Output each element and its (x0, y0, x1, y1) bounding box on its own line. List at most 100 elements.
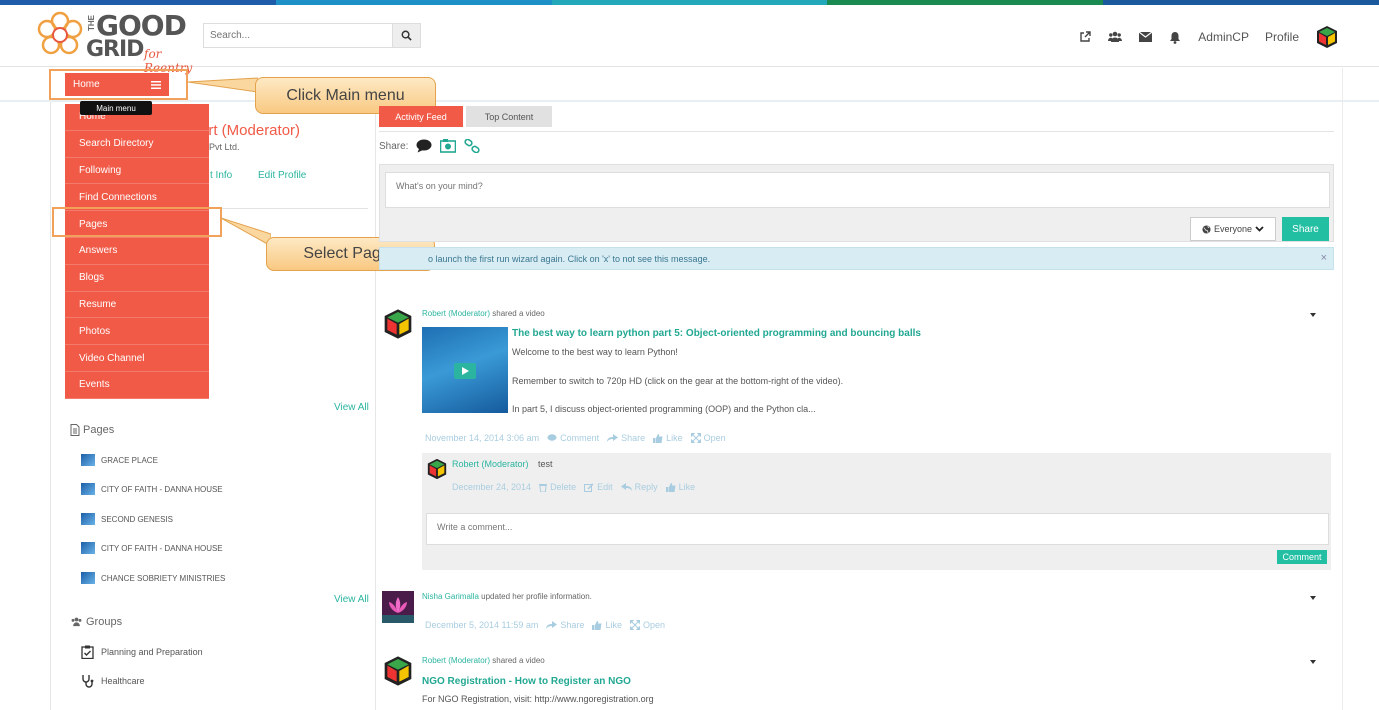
video-title-link[interactable]: The best way to learn python part 5: Obj… (512, 328, 921, 339)
open-action[interactable]: Open (690, 433, 726, 443)
page-thumbnail (81, 542, 95, 554)
profile-link[interactable]: Profile (1265, 30, 1299, 44)
post-header: Robert (Moderator) shared a video (422, 309, 545, 318)
menu-item-following[interactable]: Following (65, 157, 209, 185)
share-label: Share (560, 620, 585, 630)
menu-item-resume[interactable]: Resume (65, 291, 209, 319)
feed-tabs: Activity Feed Top Content (379, 106, 552, 127)
edit-profile-link[interactable]: Edit Profile (258, 170, 306, 181)
page-item[interactable]: CITY OF FAITH - DANNA HOUSE (81, 483, 223, 495)
share-action[interactable]: Share (607, 433, 645, 443)
expand-icon (690, 433, 701, 443)
video-description-line: In part 5, I discuss object-oriented pro… (512, 404, 816, 414)
menu-item-answers[interactable]: Answers (65, 237, 209, 265)
reply-action[interactable]: Reply (620, 482, 658, 492)
delete-label: Delete (550, 482, 577, 492)
post-header: Robert (Moderator) shared a video (422, 656, 545, 665)
status-input[interactable] (385, 172, 1330, 208)
expand-icon (629, 620, 640, 630)
profile-name[interactable]: ert (Moderator) (200, 122, 300, 139)
share-icon (607, 434, 619, 442)
share-label: Share: (379, 140, 409, 152)
like-action[interactable]: Like (592, 620, 622, 630)
site-logo[interactable]: THE GOOD GRID for Reentry (36, 9, 196, 75)
post-author-link[interactable]: Robert (Moderator) (422, 656, 490, 665)
like-label: Like (666, 433, 683, 443)
comment-like-action[interactable]: Like (665, 482, 695, 492)
comment-date: December 24, 2014 (452, 482, 532, 492)
thumbs-up-icon (592, 620, 602, 630)
first-run-notice: o launch the first run wizard again. Cli… (379, 247, 1334, 270)
photo-icon[interactable] (440, 139, 457, 153)
reply-label: Reply (634, 482, 658, 492)
site-header: THE GOOD GRID for Reentry AdminCP Profil… (0, 5, 1379, 75)
post-date[interactable]: November 14, 2014 3:06 am (425, 433, 539, 443)
contact-info-link[interactable]: t Info (210, 170, 232, 181)
tab-top-content[interactable]: Top Content (466, 106, 552, 127)
users-icon[interactable] (1108, 30, 1123, 44)
groups-icon (71, 617, 82, 627)
chevron-down-icon (1255, 226, 1264, 232)
post-author-avatar[interactable] (382, 308, 414, 340)
post-options-caret[interactable] (1310, 313, 1316, 317)
view-all-link[interactable]: View All (334, 402, 369, 413)
delete-action[interactable]: Delete (539, 482, 576, 492)
post-options-caret[interactable] (1310, 596, 1316, 600)
right-divider (1342, 68, 1343, 710)
external-link-icon[interactable] (1078, 30, 1092, 44)
group-item[interactable]: Healthcare (81, 674, 145, 688)
edit-action[interactable]: Edit (584, 482, 613, 492)
audience-dropdown[interactable]: Everyone (1190, 217, 1276, 241)
share-button[interactable]: Share (1282, 217, 1329, 241)
share-action[interactable]: Share (546, 620, 584, 630)
close-icon[interactable]: × (1321, 252, 1327, 264)
post-author-link[interactable]: Robert (Moderator) (422, 309, 490, 318)
speech-bubble-icon[interactable] (416, 139, 432, 153)
like-action[interactable]: Like (653, 433, 683, 443)
post-options-caret[interactable] (1310, 660, 1316, 664)
page-thumbnail (81, 513, 95, 525)
comments-section: Robert (Moderator) test December 24, 201… (422, 453, 1331, 570)
post-date[interactable]: December 5, 2014 11:59 am (425, 620, 538, 630)
user-avatar[interactable] (1315, 25, 1339, 49)
page-item[interactable]: SECOND GENESIS (81, 513, 173, 525)
menu-item-events[interactable]: Events (65, 371, 209, 399)
commenter-avatar[interactable] (426, 458, 448, 480)
search-button[interactable] (393, 23, 421, 48)
page-item-label: GRACE PLACE (101, 455, 158, 465)
tab-activity-feed[interactable]: Activity Feed (379, 106, 463, 127)
post-author-link[interactable]: Nisha Garimalla (422, 592, 479, 601)
feed-divider (379, 131, 1334, 132)
search-bar (203, 23, 421, 48)
menu-item-photos[interactable]: Photos (65, 318, 209, 346)
envelope-icon[interactable] (1138, 30, 1152, 44)
comment-action[interactable]: Comment (547, 433, 599, 443)
page-item[interactable]: CHANCE SOBRIETY MINISTRIES (81, 572, 225, 584)
admincp-link[interactable]: AdminCP (1198, 30, 1249, 44)
comment-submit-button[interactable]: Comment (1277, 550, 1327, 564)
post-author-avatar[interactable] (382, 655, 414, 687)
menu-item-blogs[interactable]: Blogs (65, 264, 209, 292)
page-item-label: SECOND GENESIS (101, 514, 174, 524)
thumbs-up-icon (653, 433, 663, 443)
page-item-label: CITY OF FAITH - DANNA HOUSE (101, 484, 223, 494)
commenter-name-link[interactable]: Robert (Moderator) (452, 459, 529, 469)
menu-item-video-channel[interactable]: Video Channel (65, 345, 209, 372)
video-thumbnail[interactable] (422, 327, 508, 413)
nisha-avatar[interactable] (382, 591, 414, 623)
video-title-link[interactable]: NGO Registration - How to Register an NG… (422, 676, 631, 687)
search-input[interactable] (203, 23, 393, 48)
menu-item-search-directory[interactable]: Search Directory (65, 130, 209, 158)
open-label: Open (703, 433, 726, 443)
pages-view-all-link[interactable]: View All (334, 594, 369, 605)
bell-icon[interactable] (1168, 30, 1182, 44)
page-item[interactable]: CITY OF FAITH - DANNA HOUSE (81, 542, 223, 554)
open-action[interactable]: Open (629, 620, 665, 630)
share-row: Share: (379, 139, 481, 153)
write-comment-input[interactable]: Write a comment... (426, 513, 1329, 545)
edit-icon (584, 483, 594, 492)
group-item[interactable]: Planning and Preparation (81, 645, 203, 659)
link-icon[interactable] (464, 139, 481, 153)
page-item[interactable]: GRACE PLACE (81, 454, 158, 466)
page-thumbnail (81, 483, 95, 495)
